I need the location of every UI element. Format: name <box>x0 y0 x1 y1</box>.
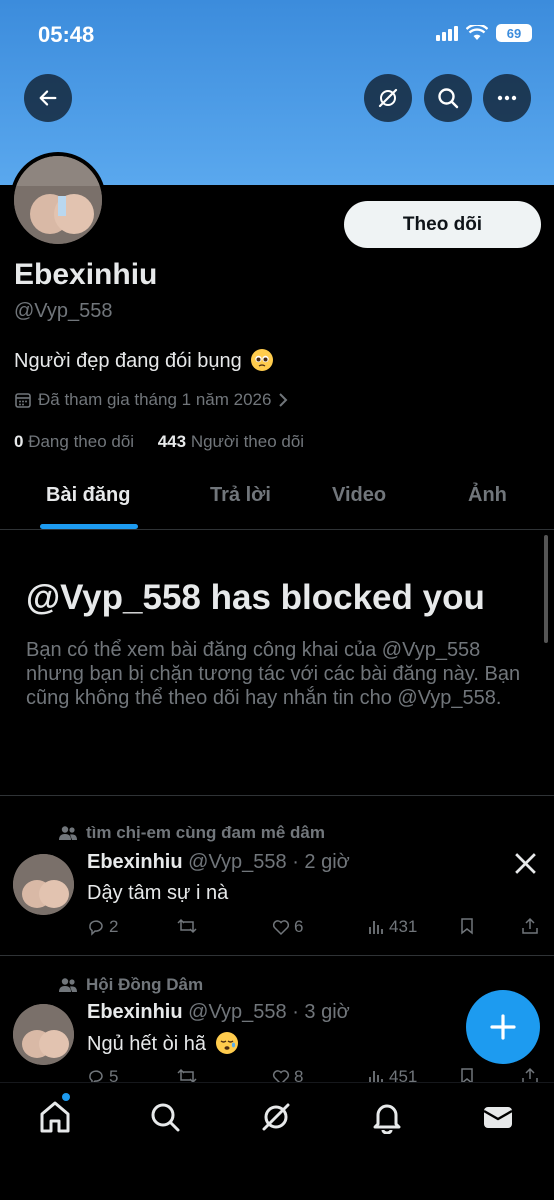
chevron-right-icon <box>279 393 288 407</box>
blocked-title: @Vyp_558 has blocked you <box>26 578 485 617</box>
status-time: 05:48 <box>38 22 95 47</box>
signal-icon <box>436 25 458 41</box>
compose-button[interactable] <box>466 990 540 1064</box>
post-avatar[interactable] <box>13 854 74 915</box>
like-button[interactable]: 8 <box>272 1067 303 1082</box>
community-icon <box>59 978 77 992</box>
joined-date[interactable]: Đã tham gia tháng 1 năm 2026 <box>14 390 289 410</box>
tab-video[interactable]: Video <box>332 484 386 507</box>
notification-dot <box>62 1093 70 1101</box>
wifi-icon <box>466 25 488 40</box>
joined-text: Đã tham gia tháng 1 năm 2026 <box>38 390 272 409</box>
avatar-photo <box>14 156 102 244</box>
post-text: Dậy tâm sự i nà <box>87 882 229 904</box>
post-avatar[interactable] <box>13 1004 74 1065</box>
post-text: Ngủ hết òi hã <box>87 1032 238 1056</box>
community-label[interactable]: tìm chị-em cùng đam mê dâm <box>58 823 325 843</box>
post-actions: 2 6 431 <box>87 917 547 941</box>
share-button[interactable] <box>521 917 539 935</box>
active-tab-indicator <box>40 524 138 529</box>
status-bar: 05:48 69 <box>0 20 554 50</box>
bookmark-icon <box>461 918 473 935</box>
reply-icon <box>89 1070 103 1082</box>
messages-icon <box>483 1107 513 1128</box>
post-meta: @Vyp_558 · 3 giờ <box>188 1001 350 1023</box>
bookmark-button[interactable] <box>459 1067 475 1082</box>
search-icon <box>151 1103 180 1132</box>
heart-icon <box>272 920 290 936</box>
post-header: Ebexinhiu @Vyp_558 · 3 giờ <box>87 1001 350 1024</box>
tab-replies[interactable]: Trả lời <box>210 484 271 507</box>
follow-counts: 0 Đang theo dõi 443 Người theo dõi <box>14 432 304 452</box>
bottom-nav <box>0 1082 554 1200</box>
views-icon <box>369 1071 383 1082</box>
follow-button[interactable]: Theo dõi <box>344 201 541 248</box>
scrollbar[interactable] <box>544 535 548 643</box>
grok-icon <box>262 1103 290 1131</box>
followers-link[interactable]: 443 Người theo dõi <box>158 432 304 451</box>
bio-text: Người đẹp đang đói bụng <box>14 350 242 372</box>
x-logo-icon <box>515 853 536 874</box>
pleading-face-icon <box>251 349 274 371</box>
profile-avatar[interactable] <box>10 152 106 248</box>
blocked-description: Bạn có thể xem bài đăng công khai của @V… <box>26 639 521 709</box>
profile-tabs: Bài đăng Trả lời Video Ảnh <box>0 470 554 530</box>
reply-icon <box>89 920 103 936</box>
community-icon <box>59 826 77 840</box>
home-icon <box>40 1101 70 1133</box>
search-icon <box>438 88 459 109</box>
back-button[interactable] <box>24 74 72 122</box>
tab-photos[interactable]: Ảnh <box>468 484 507 507</box>
nav-notifications[interactable] <box>367 1097 407 1137</box>
battery-icon: 69 <box>496 24 532 42</box>
post-author-name[interactable]: Ebexinhiu <box>87 851 183 873</box>
reply-button[interactable]: 2 <box>87 917 118 937</box>
grok-icon <box>378 88 398 108</box>
nav-search[interactable] <box>145 1097 185 1137</box>
post-header: Ebexinhiu @Vyp_558 · 2 giờ <box>87 851 350 874</box>
tab-posts[interactable]: Bài đăng <box>46 484 130 507</box>
profile-name: Ebexinhiu <box>14 258 158 291</box>
bookmark-icon <box>461 1068 473 1082</box>
repost-icon <box>177 918 197 934</box>
more-icon <box>497 95 517 101</box>
views-button[interactable]: 431 <box>367 917 417 937</box>
nav-grok[interactable] <box>256 1097 296 1137</box>
nav-home[interactable] <box>35 1097 75 1137</box>
plus-icon <box>490 1014 516 1040</box>
share-button[interactable] <box>521 1067 539 1082</box>
share-icon <box>522 917 538 934</box>
share-icon <box>522 1067 538 1082</box>
following-link[interactable]: 0 Đang theo dõi <box>14 432 134 451</box>
search-button[interactable] <box>424 74 472 122</box>
reply-button[interactable]: 5 <box>87 1067 118 1082</box>
notifications-icon <box>373 1104 401 1134</box>
repost-icon <box>177 1068 197 1082</box>
grok-button[interactable] <box>364 74 412 122</box>
repost-button[interactable] <box>177 917 201 935</box>
post-meta: @Vyp_558 · 2 giờ <box>188 851 350 873</box>
more-button[interactable] <box>483 74 531 122</box>
back-arrow-icon <box>39 90 57 106</box>
views-icon <box>369 921 383 934</box>
profile-handle: @Vyp_558 <box>14 300 113 322</box>
like-button[interactable]: 6 <box>272 917 303 937</box>
heart-icon <box>272 1070 290 1082</box>
community-label[interactable]: Hội Đồng Dâm <box>58 975 203 995</box>
post-item[interactable]: tìm chị-em cùng đam mê dâm Ebexinhiu @Vy… <box>0 795 554 955</box>
views-button[interactable]: 451 <box>367 1067 417 1082</box>
status-icons: 69 <box>436 24 532 42</box>
sleepy-face-icon <box>215 1032 238 1054</box>
profile-bio: Người đẹp đang đói bụng <box>14 349 274 373</box>
repost-button[interactable] <box>177 1067 201 1082</box>
calendar-icon <box>15 393 31 408</box>
nav-messages[interactable] <box>478 1097 518 1137</box>
post-author-name[interactable]: Ebexinhiu <box>87 1001 183 1023</box>
post-actions: 5 8 451 <box>87 1067 547 1082</box>
bookmark-button[interactable] <box>459 917 475 935</box>
